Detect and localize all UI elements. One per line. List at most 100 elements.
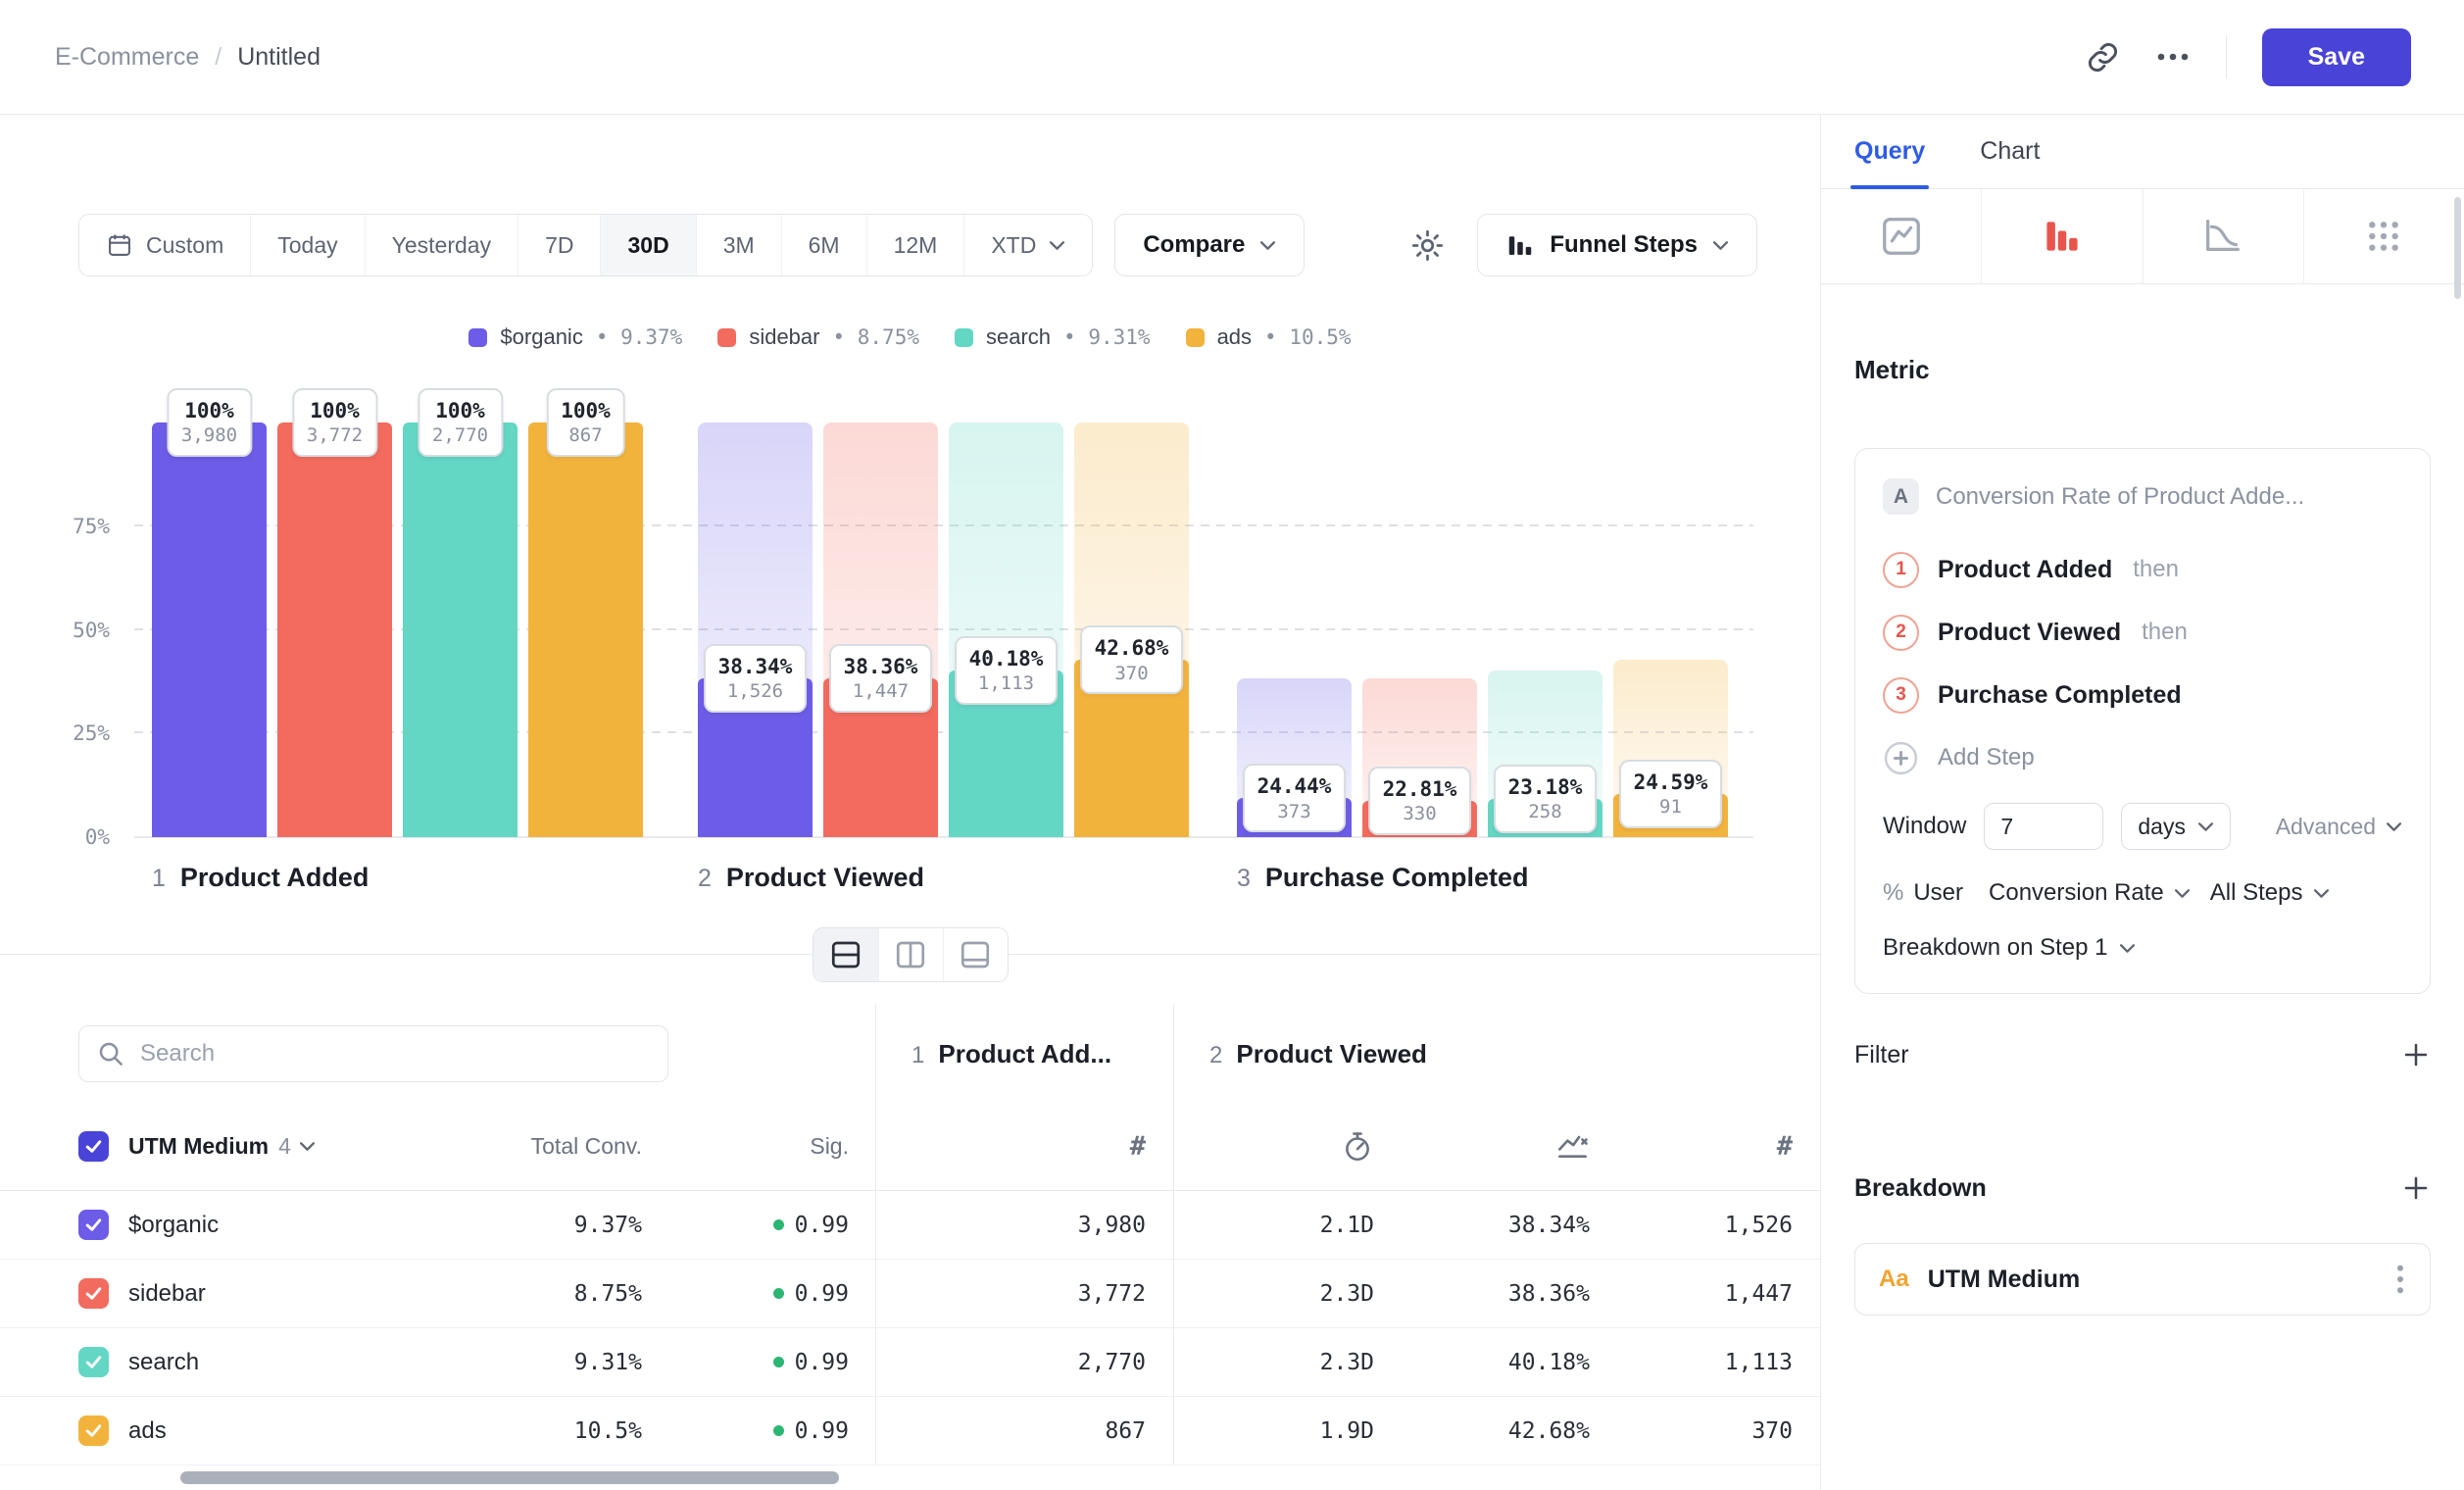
- legend-item-sidebar[interactable]: sidebar• 8.75%: [717, 324, 919, 350]
- bar-sidebar-step1[interactable]: [277, 422, 392, 837]
- tab-chart[interactable]: Chart: [1980, 115, 2040, 188]
- layout-toggle: [813, 927, 1009, 982]
- row-name: search: [128, 1349, 199, 1376]
- copy-link-icon[interactable]: [2086, 40, 2120, 74]
- advanced-label: Advanced: [2276, 814, 2376, 840]
- sig-dot: [773, 1288, 784, 1299]
- cell-sig: 0.99: [652, 1328, 875, 1397]
- retention-curve-icon: [2200, 214, 2245, 259]
- user-scope-label[interactable]: User: [1913, 879, 1963, 907]
- metric-title-row[interactable]: A Conversion Rate of Product Adde...: [1883, 478, 2402, 515]
- conversion-rate-dropdown[interactable]: Conversion Rate: [1989, 879, 2191, 907]
- row-checkbox-sidebar[interactable]: [78, 1278, 109, 1309]
- table-row-organic: $organic: [0, 1191, 412, 1260]
- cell-step2-time: 2.3D: [1173, 1260, 1402, 1328]
- add-breakdown-button[interactable]: [2401, 1173, 2431, 1203]
- step2-count-header[interactable]: #: [1617, 1103, 1820, 1191]
- advanced-toggle[interactable]: Advanced: [2276, 814, 2402, 840]
- kebab-menu-icon[interactable]: [2394, 1262, 2406, 1297]
- date-range-group: Custom TodayYesterday7D30D3M6M12MXTD: [78, 214, 1093, 276]
- search-icon: [96, 1039, 125, 1068]
- row-checkbox-search[interactable]: [78, 1347, 109, 1377]
- total-conv-header[interactable]: Total Conv.: [412, 1103, 652, 1191]
- step2-conversion-header[interactable]: [1402, 1103, 1617, 1191]
- bar-count-label: 258: [1508, 800, 1583, 824]
- bar-organic-step1[interactable]: [152, 422, 267, 837]
- split-horizontal-icon[interactable]: [813, 928, 878, 981]
- vertical-scrollbar[interactable]: [2454, 197, 2461, 299]
- y-axis-tick: 50%: [0, 619, 110, 642]
- tab-chart-label: Chart: [1980, 137, 2040, 166]
- legend-item-ads[interactable]: ads• 10.5%: [1186, 324, 1352, 350]
- range-label: Custom: [146, 232, 223, 259]
- bar-pct-label: 42.68%: [1095, 635, 1169, 661]
- metric-step-1[interactable]: 1Product Addedthen: [1883, 538, 2402, 601]
- range-custom[interactable]: Custom: [79, 215, 251, 275]
- bar-ads-step1[interactable]: [528, 422, 643, 837]
- chart-type-tab-funnel[interactable]: [1981, 189, 2142, 283]
- metric-step-2[interactable]: 2Product Viewedthen: [1883, 601, 2402, 664]
- horizontal-scrollbar[interactable]: [180, 1471, 839, 1484]
- breakdown-item[interactable]: Aa UTM Medium: [1854, 1243, 2431, 1316]
- row-checkbox-organic[interactable]: [78, 1210, 109, 1240]
- breakdown-on-dropdown[interactable]: Breakdown on Step 1: [1883, 934, 2402, 962]
- bar-count-label: 1,526: [718, 679, 793, 704]
- more-options-icon[interactable]: [2155, 51, 2191, 63]
- add-step-button[interactable]: Add Step: [1883, 726, 2402, 789]
- bar-value-label: 24.44%373: [1243, 764, 1347, 832]
- chart-type-tab-line[interactable]: [1821, 189, 1981, 283]
- row-checkbox-ads[interactable]: [78, 1416, 109, 1446]
- bar-value-label: 100%3,772: [292, 388, 377, 457]
- cell-total-conv: 9.37%: [412, 1191, 652, 1260]
- tab-query[interactable]: Query: [1854, 115, 1925, 188]
- bar-value-label: 38.36%1,447: [829, 644, 933, 713]
- range-7d[interactable]: 7D: [518, 215, 601, 275]
- bar-search-step1[interactable]: [403, 422, 517, 837]
- legend-item-organic[interactable]: $organic• 9.37%: [468, 324, 682, 350]
- chart-type-tabs: [1821, 189, 2464, 284]
- range-6m[interactable]: 6M: [782, 215, 867, 275]
- range-yesterday[interactable]: Yesterday: [366, 215, 518, 275]
- window-unit-select[interactable]: days: [2121, 803, 2231, 850]
- table-row-sidebar: sidebar: [0, 1260, 412, 1328]
- range-today[interactable]: Today: [251, 215, 365, 275]
- window-value-input[interactable]: [1984, 803, 2103, 850]
- chart-type-tab-retention[interactable]: [2143, 189, 2303, 283]
- step2-avg-time-header[interactable]: [1173, 1103, 1402, 1191]
- breadcrumb-current[interactable]: Untitled: [237, 43, 320, 72]
- chart-type-button[interactable]: Funnel Steps: [1477, 214, 1757, 276]
- range-xtd[interactable]: XTD: [964, 215, 1092, 275]
- select-all-checkbox[interactable]: [78, 1131, 109, 1162]
- split-vertical-icon[interactable]: [878, 928, 943, 981]
- bar-slot: 100%3,980: [152, 422, 267, 837]
- metric-step-3[interactable]: 3Purchase Completed: [1883, 664, 2402, 726]
- split-bottom-icon[interactable]: [943, 928, 1008, 981]
- chart-type-tab-more[interactable]: [2303, 189, 2464, 283]
- breakdown-column-header[interactable]: UTM Medium 4: [0, 1103, 412, 1191]
- step1-group-header[interactable]: 1 Product Add...: [875, 1005, 1173, 1103]
- step1-count-header[interactable]: #: [875, 1103, 1173, 1191]
- step-name: Purchase Completed: [1265, 863, 1529, 893]
- cell-step1-count: 3,772: [875, 1260, 1173, 1328]
- save-button[interactable]: Save: [2262, 28, 2411, 86]
- step2-group-header[interactable]: 2 Product Viewed: [1173, 1005, 1820, 1103]
- cell-total-conv: 10.5%: [412, 1397, 652, 1465]
- range-12m[interactable]: 12M: [867, 215, 965, 275]
- add-step-label: Add Step: [1938, 744, 2035, 771]
- search-input[interactable]: [78, 1025, 668, 1082]
- bar-value-label: 23.18%258: [1494, 765, 1598, 833]
- breakdown-item-label: UTM Medium: [1928, 1266, 2081, 1294]
- window-row: Window days Advanced: [1883, 803, 2402, 850]
- gear-icon[interactable]: [1409, 227, 1446, 264]
- step-then-label: then: [2133, 556, 2179, 583]
- legend-item-search[interactable]: search• 9.31%: [955, 324, 1151, 350]
- range-30d[interactable]: 30D: [601, 215, 696, 275]
- add-filter-button[interactable]: [2401, 1040, 2431, 1069]
- compare-button[interactable]: Compare: [1114, 214, 1305, 276]
- all-steps-dropdown[interactable]: All Steps: [2210, 879, 2330, 907]
- breadcrumb-separator-icon: /: [215, 43, 222, 72]
- breadcrumb-parent[interactable]: E-Commerce: [55, 43, 199, 72]
- breakdown-heading: Breakdown: [1854, 1174, 1987, 1203]
- sig-header[interactable]: Sig.: [652, 1103, 875, 1191]
- range-3m[interactable]: 3M: [697, 215, 782, 275]
